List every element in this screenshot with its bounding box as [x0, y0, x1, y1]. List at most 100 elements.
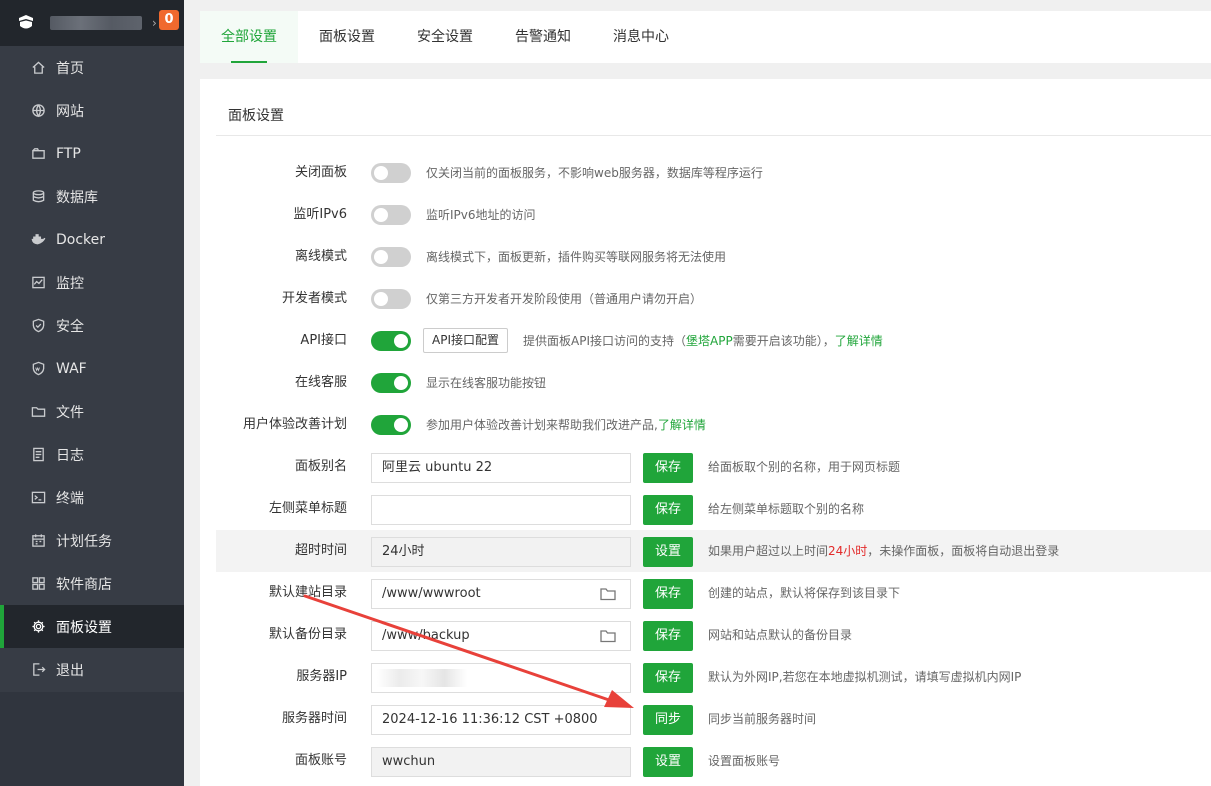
sidebar-item-panel-settings[interactable]: 面板设置 — [0, 605, 184, 648]
setting-row-online-service: 在线客服 显示在线客服功能按钮 — [216, 362, 1211, 404]
sidebar-item-security[interactable]: 安全 — [0, 304, 184, 347]
online-service-toggle[interactable] — [371, 373, 411, 393]
sidebar-item-label: 软件商店 — [56, 576, 112, 593]
ux-plan-toggle[interactable] — [371, 415, 411, 435]
server-time-input[interactable]: 2024-12-16 11:36:12 CST +0800 — [371, 705, 631, 735]
developer-mode-toggle[interactable] — [371, 289, 411, 309]
timeout-input: 24小时 — [371, 537, 631, 567]
save-button[interactable]: 保存 — [643, 453, 693, 483]
log-icon — [30, 447, 46, 463]
grid-icon — [30, 576, 46, 592]
setting-label: 离线模式 — [294, 249, 347, 264]
sidebar-item-monitor[interactable]: 监控 — [0, 261, 184, 304]
sidebar-item-label: FTP — [56, 145, 81, 162]
save-button[interactable]: 保存 — [643, 495, 693, 525]
sidebar-item-label: 文件 — [56, 404, 84, 421]
api-config-button[interactable]: API接口配置 — [423, 328, 508, 353]
sidebar-item-label: 计划任务 — [56, 533, 112, 550]
folder-picker-button[interactable] — [586, 579, 631, 609]
api-desc-part: 提供面板API接口访问的支持（ — [523, 334, 686, 348]
setting-row-developer: 开发者模式 仅第三方开发者开发阶段使用（普通用户请勿开启） — [216, 278, 1211, 320]
settings-tabs: 全部设置 面板设置 安全设置 告警通知 消息中心 — [200, 11, 1211, 63]
sidebar-item-label: WAF — [56, 360, 87, 377]
sync-button[interactable]: 同步 — [643, 705, 693, 735]
sidebar-item-logs[interactable]: 日志 — [0, 433, 184, 476]
setting-row-panel-alias: 面板别名 阿里云 ubuntu 22 保存 给面板取个别的名称，用于网页标题 — [216, 446, 1211, 488]
tab-panel-settings[interactable]: 面板设置 — [298, 11, 396, 63]
save-button[interactable]: 保存 — [643, 579, 693, 609]
setting-description: 仅第三方开发者开发阶段使用（普通用户请勿开启） — [426, 292, 703, 306]
database-icon — [30, 189, 46, 205]
api-desc-part: 需要开启该功能）， — [732, 334, 835, 348]
close-panel-toggle[interactable] — [371, 163, 411, 183]
sidebar-item-terminal[interactable]: 终端 — [0, 476, 184, 519]
learn-more-link[interactable]: 了解详情 — [835, 334, 883, 348]
setting-description: 参加用户体验改善计划来帮助我们改进产品,了解详情 — [426, 404, 706, 446]
setting-row-site-dir: 默认建站目录 /www/wwwroot 保存 创建的站点，默认将保存到该目录下 — [216, 572, 1211, 614]
timeout-desc-text: 如果用户超过以上时间 — [708, 544, 829, 558]
offline-mode-toggle[interactable] — [371, 247, 411, 267]
setting-row-offline: 离线模式 离线模式下，面板更新，插件购买等联网服务将无法使用 — [216, 236, 1211, 278]
gear-icon — [30, 619, 46, 635]
sidebar-item-database[interactable]: 数据库 — [0, 175, 184, 218]
sidebar-item-waf[interactable]: WAF — [0, 347, 184, 390]
sidebar-item-cron[interactable]: 计划任务 — [0, 519, 184, 562]
set-button[interactable]: 设置 — [643, 537, 693, 567]
sidebar-item-label: 退出 — [56, 662, 84, 679]
setting-description: 网站和站点默认的备份目录 — [708, 628, 853, 642]
bt-app-highlight: 堡塔APP — [686, 334, 733, 348]
folder-icon — [600, 588, 616, 601]
setting-description: 提供面板API接口访问的支持（堡塔APP需要开启该功能），了解详情 — [523, 320, 883, 362]
setting-label: 面板别名 — [294, 459, 347, 474]
logo-icon — [16, 13, 36, 33]
sidebar-item-label: 首页 — [56, 60, 84, 77]
ipv6-toggle[interactable] — [371, 205, 411, 225]
setting-label: 开发者模式 — [281, 291, 347, 306]
setting-row-server-time: 服务器时间 2024-12-16 11:36:12 CST +0800 同步 同… — [216, 698, 1211, 740]
setting-row-ux-plan: 用户体验改善计划 参加用户体验改善计划来帮助我们改进产品,了解详情 — [216, 404, 1211, 446]
setting-label: 服务器IP — [296, 669, 347, 684]
notification-badge[interactable]: 0 — [159, 10, 179, 30]
username-blurred[interactable] — [50, 16, 142, 30]
save-button[interactable]: 保存 — [643, 663, 693, 693]
panel-alias-input[interactable]: 阿里云 ubuntu 22 — [371, 453, 631, 483]
learn-more-link[interactable]: 了解详情 — [658, 418, 706, 432]
tab-alert-notifications[interactable]: 告警通知 — [494, 11, 592, 63]
home-icon — [30, 60, 46, 76]
api-toggle[interactable] — [371, 331, 411, 351]
sidebar-item-files[interactable]: 文件 — [0, 390, 184, 433]
sidebar-item-docker[interactable]: Docker — [0, 218, 184, 261]
chevron-right-icon[interactable]: › — [152, 16, 157, 30]
setting-description: 离线模式下，面板更新，插件购买等联网服务将无法使用 — [426, 250, 727, 264]
sidebar-footer — [0, 692, 184, 786]
site-dir-input[interactable]: /www/wwwroot — [371, 579, 587, 609]
sidebar-item-ftp[interactable]: FTP — [0, 132, 184, 175]
setting-description: 创建的站点，默认将保存到该目录下 — [708, 586, 901, 600]
docker-icon — [30, 232, 46, 248]
tab-all-settings[interactable]: 全部设置 — [200, 11, 298, 63]
sidebar-item-label: 监控 — [56, 275, 84, 292]
sidebar-item-store[interactable]: 软件商店 — [0, 562, 184, 605]
setting-row-timeout: 超时时间 24小时 设置 如果用户超过以上时间24小时，未操作面板，面板将自动退… — [216, 530, 1211, 572]
backup-dir-input[interactable]: /www/backup — [371, 621, 587, 651]
folder-icon — [30, 404, 46, 420]
sidebar-item-home[interactable]: 首页 — [0, 46, 184, 89]
setting-row-server-ip: 服务器IP 保存 默认为外网IP,若您在本地虚拟机测试，请填写虚拟机内网IP — [216, 656, 1211, 698]
set-button[interactable]: 设置 — [643, 747, 693, 777]
divider — [216, 135, 1211, 136]
sidebar-item-logout[interactable]: 退出 — [0, 648, 184, 691]
shield-icon — [30, 318, 46, 334]
setting-label: 监听IPv6 — [293, 207, 347, 222]
setting-description: 监听IPv6地址的访问 — [426, 208, 536, 222]
folder-picker-button[interactable] — [586, 621, 631, 651]
account-input: wwchun — [371, 747, 631, 777]
tab-security-settings[interactable]: 安全设置 — [396, 11, 494, 63]
sidebar-item-website[interactable]: 网站 — [0, 89, 184, 132]
tab-message-center[interactable]: 消息中心 — [592, 11, 690, 63]
terminal-icon — [30, 490, 46, 506]
menu-title-input[interactable] — [371, 495, 631, 525]
sidebar-item-label: 终端 — [56, 490, 84, 507]
save-button[interactable]: 保存 — [643, 621, 693, 651]
monitor-icon — [30, 275, 46, 291]
setting-row-ipv6: 监听IPv6 监听IPv6地址的访问 — [216, 194, 1211, 236]
